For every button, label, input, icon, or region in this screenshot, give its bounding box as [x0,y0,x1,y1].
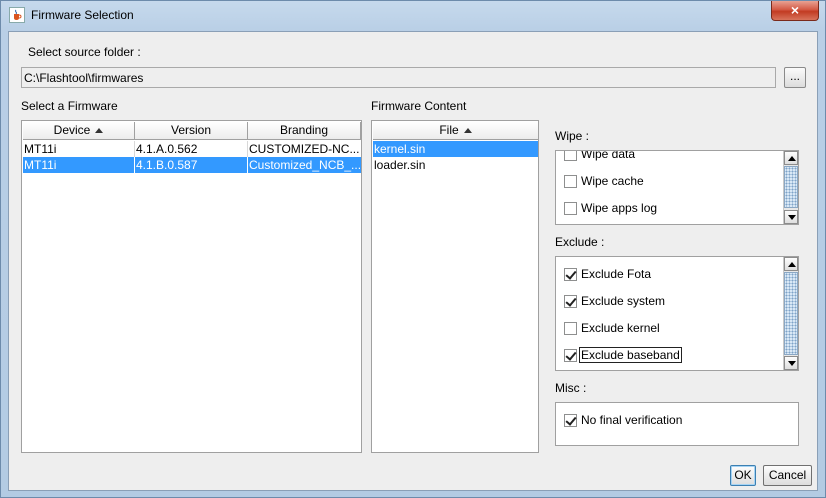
source-folder-label: Select source folder : [28,45,141,59]
column-device[interactable]: Device [23,122,135,140]
cell-file: kernel.sin [374,142,426,156]
table-row-selected[interactable]: MT11i 4.1.B.0.587 Customized_NCB_... [23,157,361,173]
wipe-options-panel: Wipe data Wipe cache Wipe apps log [555,150,799,225]
arrow-down-icon [788,361,796,366]
wipe-cache-label: Wipe cache [581,174,644,188]
scroll-down-button[interactable] [784,210,798,224]
sort-ascending-icon [95,128,104,133]
wipe-data-checkbox[interactable] [564,151,577,161]
browse-button[interactable]: ... [784,67,806,88]
column-version-label: Version [170,123,212,137]
column-version[interactable]: Version [135,122,248,140]
arrow-up-icon [788,156,796,161]
sort-ascending-icon [463,128,472,133]
column-file-label: File [439,123,459,137]
table-row[interactable]: MT11i 4.1.A.0.562 CUSTOMIZED-NC... [23,141,361,157]
exclude-system-label: Exclude system [581,294,666,308]
exclude-fota-label: Exclude Fota [581,267,652,281]
source-path-field[interactable]: C:\Flashtool\firmwares [21,67,776,88]
file-row-selected[interactable]: kernel.sin [373,141,538,157]
title-bar[interactable]: Firmware Selection × [1,1,826,31]
no-final-verification-label: No final verification [581,413,683,427]
cell-file: loader.sin [374,158,426,172]
wipe-cache-checkbox[interactable] [564,175,577,188]
file-row[interactable]: loader.sin [373,157,538,173]
exclude-baseband-label: Exclude baseband [579,347,682,363]
wipe-scrollbar[interactable] [783,151,798,224]
firmware-content-table[interactable]: File kernel.sin loader.sin [371,120,539,453]
firmware-selection-window: Firmware Selection × Select source folde… [0,0,826,498]
scroll-up-button[interactable] [784,151,798,165]
java-cup-icon [9,7,25,23]
firmware-content-label: Firmware Content [371,99,467,113]
wipe-data-label: Wipe data [581,150,636,161]
misc-options-panel: No final verification [555,402,799,446]
arrow-down-icon [788,215,796,220]
cancel-button[interactable]: Cancel [763,465,812,486]
firmware-table[interactable]: Device Version Branding MT11i 4.1.A.0.56… [21,120,362,453]
dialog-body: Select source folder : C:\Flashtool\firm… [8,31,818,491]
misc-label: Misc : [555,381,587,395]
no-final-verification-checkbox[interactable] [564,414,577,427]
cell-branding: CUSTOMIZED-NC... [249,142,360,156]
column-file[interactable]: File [373,122,538,140]
exclude-baseband-checkbox[interactable] [564,349,577,362]
wipe-apps-log-checkbox[interactable] [564,202,577,215]
exclude-system-checkbox[interactable] [564,295,577,308]
column-branding[interactable]: Branding [248,122,361,140]
scroll-up-button[interactable] [784,257,798,271]
cell-version: 4.1.A.0.562 [135,141,248,157]
scroll-thumb[interactable] [784,166,798,208]
exclude-options-panel: Exclude Fota Exclude system Exclude kern… [555,256,799,371]
scroll-down-button[interactable] [784,356,798,370]
cell-branding: Customized_NCB_... [249,158,361,172]
cell-device: MT11i [23,141,135,157]
wipe-label: Wipe : [555,129,590,143]
wipe-apps-log-label: Wipe apps log [581,201,658,215]
window-title: Firmware Selection [31,8,134,22]
scroll-thumb[interactable] [784,272,798,355]
exclude-kernel-checkbox[interactable] [564,322,577,335]
exclude-label: Exclude : [555,235,605,249]
arrow-up-icon [788,262,796,267]
ok-button[interactable]: OK [730,465,756,486]
exclude-kernel-label: Exclude kernel [581,321,660,335]
cell-version: 4.1.B.0.587 [135,157,248,173]
column-device-label: Device [53,123,91,137]
close-button[interactable]: × [771,1,819,21]
select-firmware-label: Select a Firmware [21,99,118,113]
exclude-scrollbar[interactable] [783,257,798,370]
cell-device: MT11i [23,157,135,173]
column-branding-label: Branding [279,123,329,137]
exclude-fota-checkbox[interactable] [564,268,577,281]
